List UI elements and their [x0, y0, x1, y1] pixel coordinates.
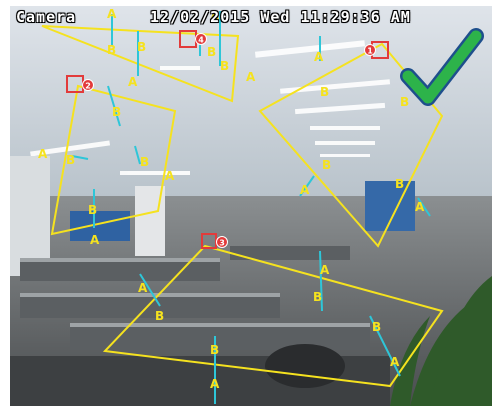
label-b: B [88, 203, 97, 217]
label-a: A [246, 70, 256, 84]
camera-view-frame: A B B A A B B A A B B B A B B A B A B A [0, 0, 495, 410]
zone-marker-number: 4 [198, 36, 204, 45]
scene-canvas: A B B A A B B A A B B B A B B A B A B A [10, 6, 492, 406]
zone-marker-number: 1 [367, 47, 373, 56]
label-a: A [38, 147, 48, 161]
label-b: B [395, 177, 404, 191]
label-a: A [210, 377, 220, 391]
zone-marker-number: 3 [219, 239, 225, 248]
label-b: B [372, 320, 381, 334]
label-a: A [390, 355, 400, 369]
label-b: B [112, 105, 121, 119]
label-a: A [314, 50, 324, 64]
label-b: B [322, 158, 331, 172]
ceiling [10, 6, 492, 196]
label-b: B [400, 95, 409, 109]
label-a: A [138, 281, 148, 295]
label-b: B [66, 153, 75, 167]
label-b: B [155, 309, 164, 323]
label-b: B [140, 155, 149, 169]
camera-name: Camera [16, 8, 77, 26]
label-a: A [107, 7, 117, 21]
label-b: B [220, 59, 229, 73]
label-a: A [415, 200, 425, 214]
label-b: B [107, 43, 116, 57]
timestamp: 12/02/2015 Wed 11:29:36 AM [150, 8, 411, 26]
label-a: A [128, 75, 138, 89]
blue-board-left [70, 211, 130, 241]
label-b: B [320, 85, 329, 99]
video-feed: A B B A A B B A A B B B A B B A B A B A [10, 6, 492, 406]
label-b: B [137, 40, 146, 54]
label-b: B [210, 343, 219, 357]
label-b: B [313, 290, 322, 304]
label-a: A [300, 183, 310, 197]
label-a: A [90, 233, 100, 247]
zone-marker-number: 2 [85, 82, 91, 91]
label-a: A [165, 169, 175, 183]
label-a: A [320, 263, 330, 277]
label-b: B [207, 45, 216, 59]
camera-device [265, 344, 345, 388]
